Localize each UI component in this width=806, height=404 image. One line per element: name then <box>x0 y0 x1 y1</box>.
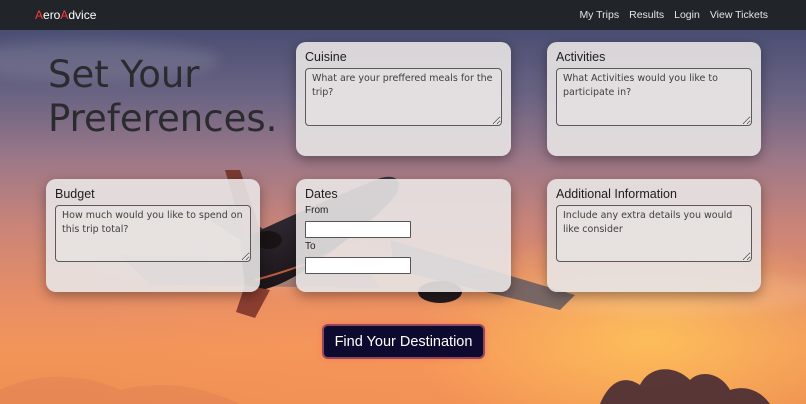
cuisine-card: Cuisine <box>296 42 511 156</box>
activities-card-title: Activities <box>556 50 606 64</box>
nav-links: My Trips Results Login View Tickets <box>579 9 768 21</box>
nav-link-results[interactable]: Results <box>629 9 664 21</box>
brand-logo[interactable]: AeroAdvice <box>35 8 96 22</box>
date-to-input[interactable] <box>305 257 411 274</box>
find-destination-button[interactable]: Find Your Destination <box>322 324 485 359</box>
nav-link-view-tickets[interactable]: View Tickets <box>710 9 768 21</box>
activities-card: Activities <box>547 42 761 156</box>
budget-input[interactable] <box>55 205 251 262</box>
date-from-label: From <box>305 205 329 216</box>
nav-link-login[interactable]: Login <box>674 9 700 21</box>
additional-info-card: Additional Information <box>547 179 761 292</box>
brand-letter-a: A <box>35 8 44 22</box>
date-to-label: To <box>305 241 316 252</box>
brand-text-dvice: dvice <box>68 8 97 22</box>
additional-info-input[interactable] <box>556 205 752 262</box>
page-title: Set Your Preferences. <box>48 53 278 140</box>
nav-link-my-trips[interactable]: My Trips <box>579 9 619 21</box>
brand-text-ero: ero <box>43 8 61 22</box>
date-from-input[interactable] <box>305 221 411 238</box>
cuisine-card-title: Cuisine <box>305 50 347 64</box>
dates-card: Dates From To <box>296 179 511 292</box>
activities-input[interactable] <box>556 68 752 126</box>
additional-info-card-title: Additional Information <box>556 187 677 201</box>
dates-card-title: Dates <box>305 187 338 201</box>
navbar: AeroAdvice My Trips Results Login View T… <box>0 0 806 30</box>
cuisine-input[interactable] <box>305 68 502 126</box>
budget-card-title: Budget <box>55 187 95 201</box>
budget-card: Budget <box>46 179 260 292</box>
